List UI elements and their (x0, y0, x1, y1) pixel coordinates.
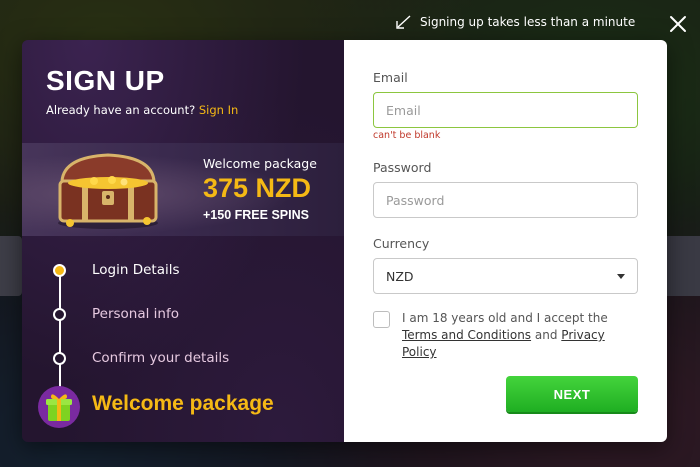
terms-checkbox[interactable] (373, 311, 390, 328)
signup-form: Email can't be blank Password Currency N… (344, 40, 667, 442)
step-label: Confirm your details (92, 350, 230, 366)
email-field[interactable] (373, 92, 638, 128)
signup-side-panel: SIGN UP Already have an account? Sign In (22, 40, 344, 442)
welcome-banner: Welcome package 375 NZD +150 FREE SPINS (22, 143, 344, 236)
step-dot-active (53, 263, 66, 277)
signin-link[interactable]: Sign In (199, 103, 238, 117)
next-button[interactable]: NEXT (506, 376, 638, 412)
signup-hint-text: Signing up takes less than a minute (420, 15, 636, 29)
terms-row: I am 18 years old and I accept the Terms… (373, 310, 632, 361)
background-slider-card-left (0, 236, 22, 296)
welcome-package-spins: +150 FREE SPINS (203, 208, 309, 222)
welcome-package-amount: 375 NZD (203, 173, 312, 203)
email-error: can't be blank (373, 130, 441, 141)
steps-connector (59, 270, 61, 390)
email-label: Email (373, 70, 408, 85)
step-dot (53, 307, 66, 321)
password-field[interactable] (373, 182, 638, 218)
welcome-package-label: Welcome package (203, 156, 317, 171)
close-icon[interactable] (668, 14, 688, 34)
background-slider-card-right (667, 236, 700, 296)
account-prompt: Already have an account? Sign In (46, 103, 238, 117)
terms-prefix: I am 18 years old and I accept the (402, 311, 608, 325)
step-label: Personal info (92, 306, 179, 322)
chevron-down-icon (617, 273, 625, 279)
gift-icon (38, 386, 80, 428)
treasure-chest-icon (58, 153, 158, 229)
arrow-icon (394, 14, 412, 30)
step-welcome-package: Welcome package (92, 392, 274, 415)
currency-select[interactable]: NZD (373, 258, 638, 294)
signup-modal: SIGN UP Already have an account? Sign In (22, 40, 667, 442)
terms-link[interactable]: Terms and Conditions (402, 328, 531, 342)
step-personal-info: Personal info (53, 306, 179, 322)
step-dot (53, 351, 66, 365)
step-login-details: Login Details (53, 262, 180, 278)
currency-selected: NZD (386, 268, 414, 284)
terms-conjunction: and (534, 328, 558, 342)
page-title: SIGN UP (46, 65, 165, 96)
step-confirm-details: Confirm your details (53, 350, 229, 366)
currency-label: Currency (373, 236, 430, 251)
step-label: Login Details (92, 262, 180, 278)
account-prompt-text: Already have an account? (46, 103, 196, 117)
signup-hint: Signing up takes less than a minute (394, 14, 635, 30)
terms-text: I am 18 years old and I accept the Terms… (402, 310, 632, 361)
password-label: Password (373, 160, 432, 175)
